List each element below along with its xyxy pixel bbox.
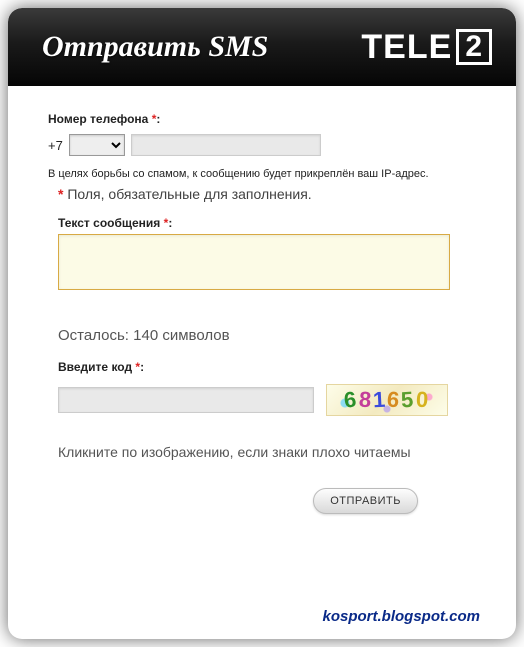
header: Отправить SMS TELE2 [8,8,516,86]
required-asterisk: * [135,360,140,374]
message-textarea[interactable] [58,234,450,290]
required-asterisk: * [152,112,157,126]
footer-link[interactable]: kosport.blogspot.com [323,608,481,625]
required-note: * Поля, обязательные для заполнения. [58,186,476,202]
tele2-logo: TELE2 [361,28,492,67]
required-asterisk: * [164,216,169,230]
captcha-image[interactable]: 681650 [326,384,448,416]
required-asterisk: * [58,186,63,202]
remaining-counter: Осталось: 140 символов [58,327,476,344]
captcha-hint: Кликните по изображению, если знаки плох… [58,444,476,460]
sms-form-panel: Отправить SMS TELE2 Номер телефона *: +7… [8,8,516,639]
phone-prefix: +7 [48,138,63,153]
captcha-input[interactable] [58,387,314,413]
phone-code-select[interactable] [69,134,125,156]
phone-label: Номер телефона *: [48,112,160,126]
submit-button[interactable]: ОТПРАВИТЬ [313,488,418,514]
captcha-label: Введите код *: [58,360,476,374]
captcha-digits: 681650 [344,387,430,413]
logo-text: TELE [361,28,452,67]
phone-number-input[interactable] [131,134,321,156]
page-title: Отправить SMS [42,30,268,64]
spam-note: В целях борьбы со спамом, к сообщению бу… [48,168,476,180]
logo-box: 2 [456,29,492,65]
message-label: Текст сообщения *: [58,216,476,230]
